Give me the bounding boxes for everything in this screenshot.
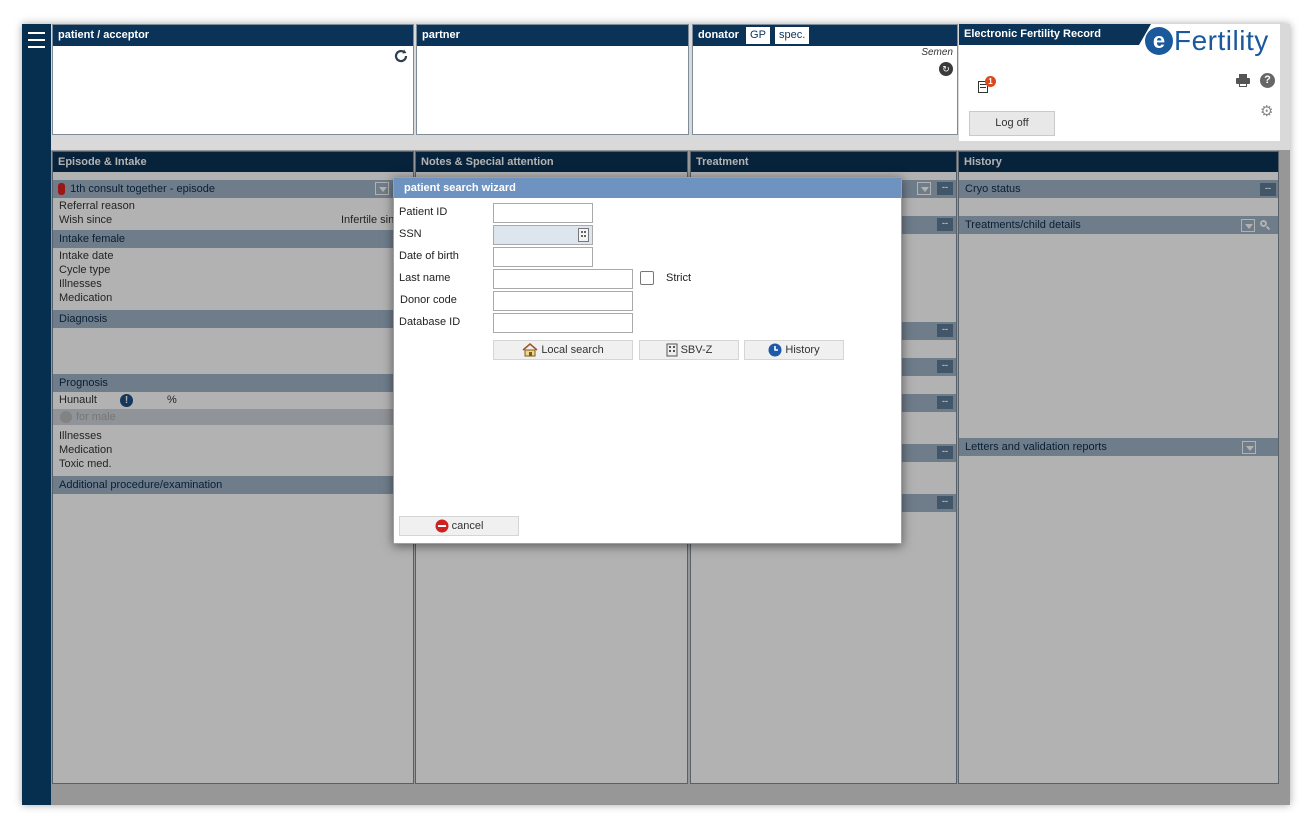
clock-icon: [768, 343, 782, 357]
print-icon[interactable]: [1236, 74, 1250, 87]
patient-id-label: Patient ID: [399, 206, 448, 218]
donor-panel-header: donator GP spec.: [693, 25, 957, 46]
last-name-input[interactable]: [493, 269, 633, 289]
local-search-label: Local search: [541, 344, 604, 356]
dob-input[interactable]: [493, 247, 593, 267]
strict-checkbox[interactable]: [640, 271, 654, 285]
efr-title-bar: Electronic Fertility Record: [959, 24, 1139, 45]
building-icon[interactable]: [578, 228, 589, 242]
help-icon[interactable]: ?: [1260, 73, 1275, 88]
menu-icon[interactable]: [28, 32, 45, 50]
cancel-button[interactable]: cancel: [399, 516, 519, 536]
patient-search-dialog: patient search wizard Patient ID SSN Dat…: [393, 177, 902, 544]
semen-label: Semen: [921, 47, 953, 58]
last-name-label: Last name: [399, 272, 451, 284]
efr-title: Electronic Fertility Record: [964, 28, 1101, 40]
sbvz-label: SBV-Z: [680, 344, 713, 356]
donor-code-label: Donor code: [400, 294, 457, 306]
tab-gp[interactable]: GP: [746, 27, 770, 44]
database-id-input[interactable]: [493, 313, 633, 333]
settings-icon[interactable]: ⚙: [1260, 104, 1275, 119]
refresh-icon[interactable]: [393, 48, 409, 64]
efertility-logo: e Fertility: [1145, 24, 1269, 59]
database-id-label: Database ID: [399, 316, 461, 328]
logo-text: Fertility: [1174, 25, 1269, 56]
patient-panel-title: patient / acceptor: [53, 25, 413, 46]
left-sidebar: [22, 24, 51, 805]
patient-panel: patient / acceptor: [52, 24, 414, 135]
ssn-label: SSN: [399, 228, 422, 240]
house-icon: [522, 343, 538, 357]
ssn-input[interactable]: [493, 225, 593, 245]
history-label: History: [785, 344, 820, 356]
logoff-button[interactable]: Log off: [969, 111, 1055, 136]
stop-icon: [435, 519, 449, 533]
local-search-button[interactable]: Local search: [493, 340, 633, 360]
donor-panel: donator GP spec. Semen ↻: [692, 24, 958, 135]
alert-badge: 1: [985, 76, 996, 87]
history-button[interactable]: History: [744, 340, 844, 360]
sbvz-button[interactable]: SBV-Z: [639, 340, 739, 360]
cancel-label: cancel: [451, 520, 484, 532]
dialog-title: patient search wizard: [394, 178, 901, 198]
building-icon: [666, 343, 678, 357]
document-alert-icon[interactable]: 1: [977, 76, 997, 94]
dob-label: Date of birth: [399, 250, 459, 262]
semen-refresh-icon[interactable]: ↻: [939, 62, 953, 76]
donor-code-input[interactable]: [493, 291, 633, 311]
donor-panel-title: donator: [698, 29, 739, 41]
patient-id-input[interactable]: [493, 203, 593, 223]
tab-spec[interactable]: spec.: [774, 27, 810, 44]
partner-panel-title: partner: [417, 25, 688, 46]
logo-e-circle: e: [1145, 27, 1173, 55]
strict-label: Strict: [666, 272, 692, 284]
partner-panel: partner: [416, 24, 689, 135]
app-window: patient / acceptor partner donator GP sp…: [22, 24, 1290, 805]
